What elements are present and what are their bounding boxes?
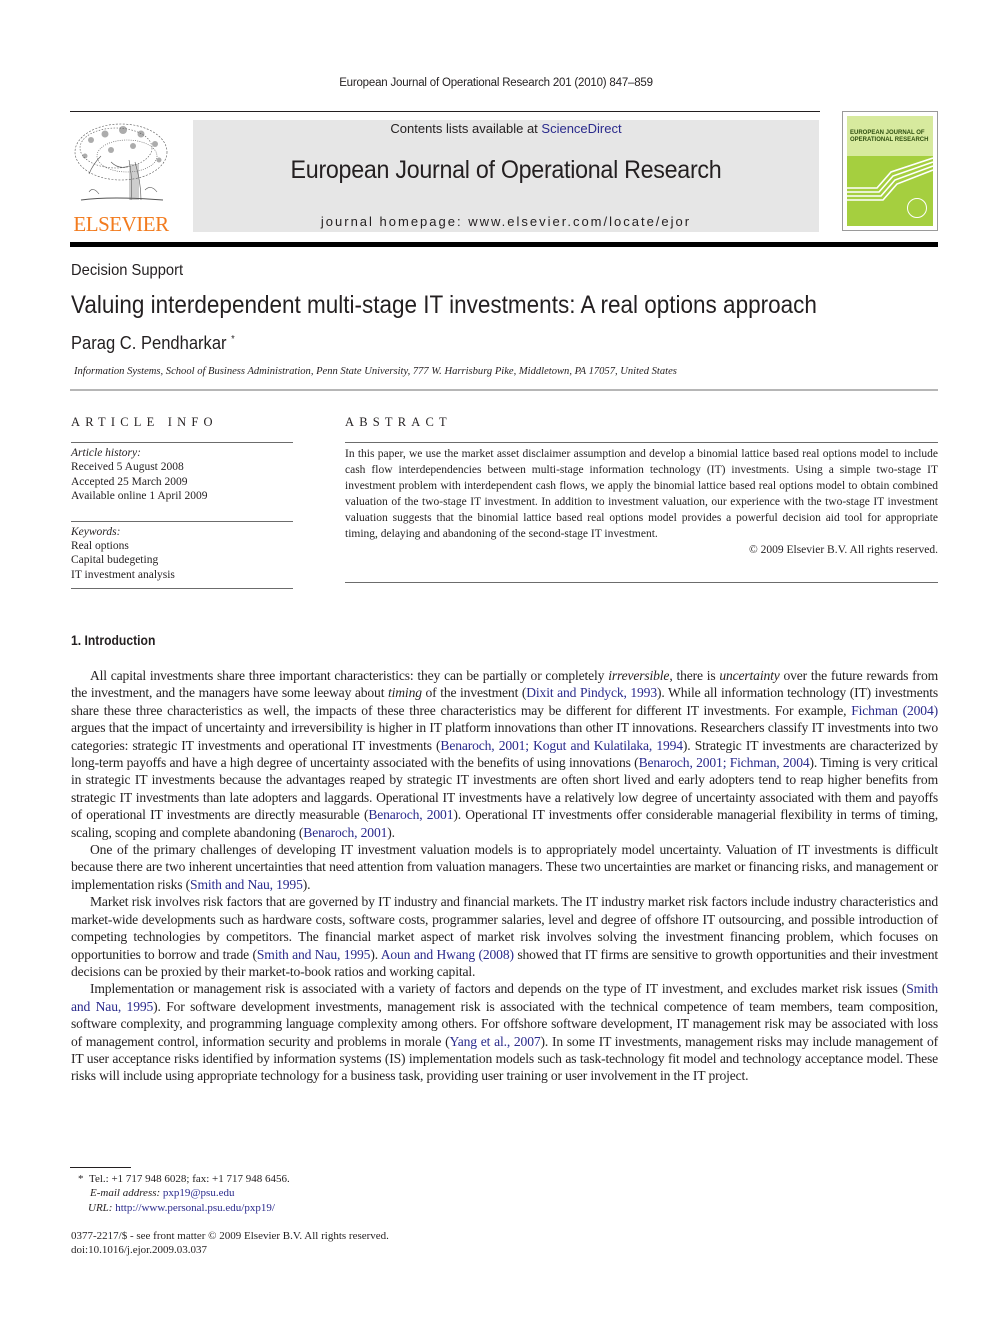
abstract-text: In this paper, we use the market asset d… [345, 448, 938, 540]
footnote-contact-text: Tel.: +1 717 948 6028; fax: +1 717 948 6… [89, 1173, 290, 1185]
header-thick-divider [70, 242, 938, 247]
citation-link[interactable]: Benaroch, 2001; Fichman, 2004 [639, 755, 810, 770]
footnote-divider [70, 1167, 131, 1168]
history-label: Article history: [71, 447, 141, 459]
citation-link[interactable]: Benaroch, 2001 [368, 807, 453, 822]
email-link[interactable]: pxp19@psu.edu [163, 1187, 235, 1199]
author: Parag C. Pendharkar * [71, 333, 235, 354]
citation-link[interactable]: Yang et al., 2007 [449, 1034, 540, 1049]
footnote-mark: * [78, 1173, 84, 1185]
cover-emblem-icon [907, 198, 927, 218]
history-online: Available online 1 April 2009 [71, 490, 208, 503]
paragraph: Implementation or management risk is ass… [71, 980, 938, 1084]
footnote-email: E-mail address: pxp19@psu.edu [78, 1186, 290, 1200]
cover-title-line-1: EUROPEAN JOURNAL OF [850, 130, 925, 136]
section-label: Decision Support [71, 262, 184, 279]
paragraph: One of the primary challenges of develop… [71, 841, 938, 893]
introduction-heading: 1. Introduction [71, 633, 156, 648]
text-run: All capital investments share three impo… [90, 668, 609, 683]
keywords-label: Keywords: [71, 525, 121, 538]
sciencedirect-link[interactable]: ScienceDirect [541, 121, 621, 136]
emphasis: irreversible [608, 668, 670, 683]
citation-link[interactable]: Fichman (2004) [851, 703, 938, 718]
text-run: ). [370, 946, 381, 962]
citation-link[interactable]: Aoun and Hwang (2008) [381, 947, 514, 962]
paragraph: Market risk involves risk factors that a… [71, 893, 938, 980]
introduction-body: All capital investments share three impo… [71, 667, 938, 1085]
text-run: Implementation or management risk is ass… [90, 981, 907, 997]
cover-title-line-2: OPERATIONAL RESEARCH [850, 136, 929, 143]
citation-link[interactable]: Smith and Nau, 1995 [190, 877, 303, 892]
issn-line: 0377-2217/$ - see front matter © 2009 El… [71, 1230, 389, 1242]
abstract-heading: ABSTRACT [345, 415, 452, 429]
abstract-bottom-divider [345, 582, 938, 583]
contents-prefix: Contents lists available at [390, 121, 542, 136]
cover-image: EUROPEAN JOURNAL OF OPERATIONAL RESEARCH [847, 116, 933, 226]
abstract-copyright: © 2009 Elsevier B.V. All rights reserved… [749, 544, 938, 556]
affiliation-divider [70, 389, 938, 391]
footnote-contact: * Tel.: +1 717 948 6028; fax: +1 717 948… [78, 1172, 290, 1186]
cover-title: EUROPEAN JOURNAL OF OPERATIONAL RESEARCH [850, 130, 928, 143]
elsevier-tree-icon [74, 123, 168, 201]
author-footnote-mark[interactable]: * [231, 334, 235, 345]
affiliation: Information Systems, School of Business … [74, 365, 677, 377]
text-run: , there is [669, 668, 720, 683]
keyword: IT investment analysis [71, 568, 175, 581]
running-head: European Journal of Operational Research… [339, 77, 653, 89]
elsevier-logo[interactable]: ELSEVIER [68, 118, 174, 236]
history-received: Received 5 August 2008 [71, 461, 184, 474]
journal-homepage-link[interactable]: journal homepage: www.elsevier.com/locat… [193, 214, 819, 229]
article-info-bottom-divider [71, 588, 293, 590]
contents-line: Contents lists available at ScienceDirec… [193, 121, 819, 136]
article-history: Article history: Received 5 August 2008 … [71, 443, 293, 504]
text-run: ). [302, 876, 311, 892]
journal-cover-thumbnail[interactable]: EUROPEAN JOURNAL OF OPERATIONAL RESEARCH [842, 111, 938, 231]
emphasis: uncertainty [719, 668, 780, 683]
url-label: URL: [88, 1201, 113, 1214]
history-accepted: Accepted 25 March 2009 [71, 475, 188, 488]
abstract-divider [345, 442, 938, 443]
paper-title: Valuing interdependent multi-stage IT in… [71, 291, 817, 319]
journal-title: European Journal of Operational Research [290, 156, 722, 184]
homepage-url-link[interactable]: http://www.personal.psu.edu/pxp19/ [115, 1202, 275, 1214]
keyword: Capital budegeting [71, 554, 159, 567]
citation-link[interactable]: Smith and Nau, 1995 [257, 947, 371, 962]
abstract: ABSTRACT In this paper, we use the marke… [345, 415, 938, 583]
top-divider [70, 111, 820, 112]
footnote-url: URL: http://www.personal.psu.edu/pxp19/ [78, 1201, 290, 1215]
keywords: Keywords: Real options Capital budegetin… [71, 522, 293, 583]
author-name[interactable]: Parag C. Pendharkar [71, 333, 227, 353]
citation-link[interactable]: Benaroch, 2001 [303, 825, 387, 840]
text-run: ). [387, 824, 395, 840]
article-info: ARTICLE INFO Article history: Received 5… [71, 415, 293, 590]
keyword: Real options [71, 540, 129, 553]
cover-stripes-graphic [847, 157, 933, 201]
citation-link[interactable]: Benaroch, 2001; Kogut and Kulatilaka, 19… [440, 738, 683, 753]
citation-link[interactable]: Dixit and Pindyck, 1993 [526, 685, 657, 700]
text-run: of the investment ( [421, 685, 527, 701]
journal-banner: Contents lists available at ScienceDirec… [193, 120, 819, 232]
emphasis: timing [388, 685, 422, 701]
article-info-heading: ARTICLE INFO [71, 415, 218, 429]
front-matter: 0377-2217/$ - see front matter © 2009 El… [71, 1229, 389, 1258]
elsevier-wordmark: ELSEVIER [73, 212, 169, 236]
email-label: E-mail address: [90, 1187, 161, 1200]
doi[interactable]: doi:10.1016/j.ejor.2009.03.037 [71, 1243, 389, 1257]
paragraph: All capital investments share three impo… [71, 667, 938, 841]
author-footnote: * Tel.: +1 717 948 6028; fax: +1 717 948… [78, 1172, 290, 1215]
